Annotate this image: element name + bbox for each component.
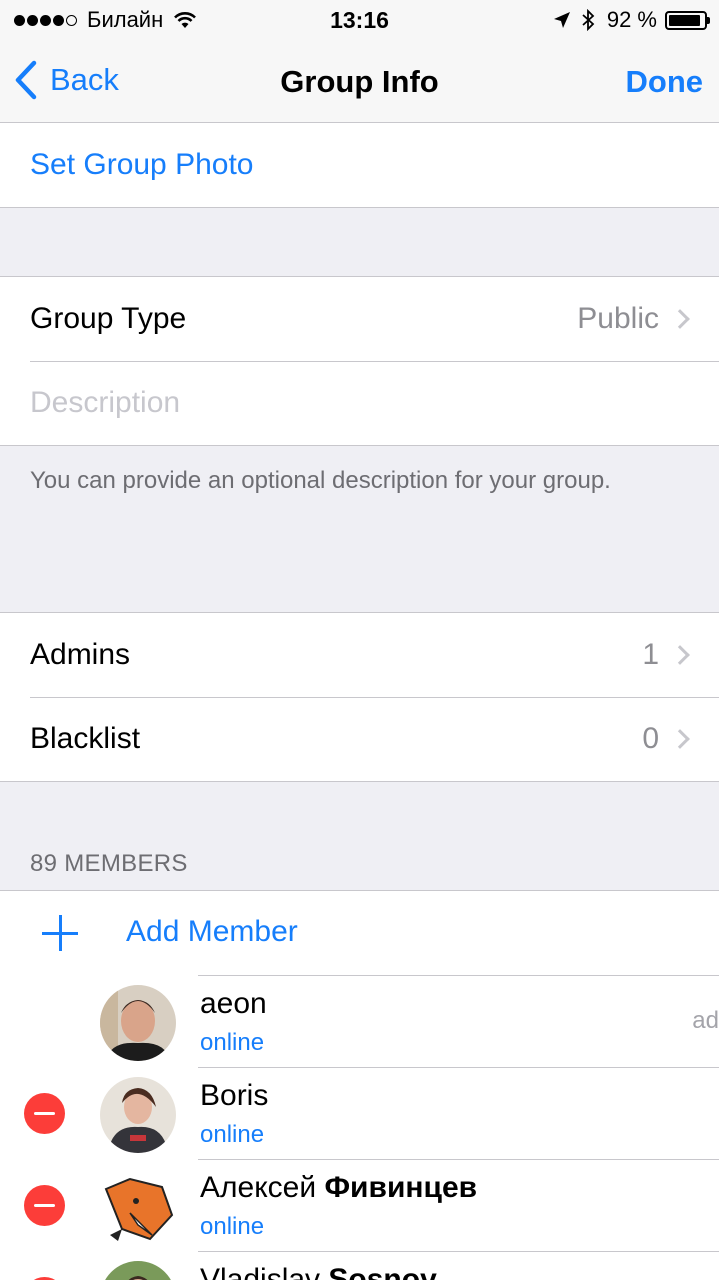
blacklist-label: Blacklist (30, 722, 141, 755)
member-status: online (200, 1121, 265, 1148)
battery-icon (665, 10, 710, 30)
member-row[interactable]: Boris online (0, 1067, 719, 1159)
admins-label: Admins (30, 638, 131, 671)
set-group-photo-label: Set Group Photo (30, 148, 254, 181)
member-row[interactable]: Vladislav Sosnov (0, 1251, 719, 1280)
chevron-right-icon (670, 645, 690, 665)
avatar (100, 1077, 176, 1153)
member-role: ad (692, 1007, 719, 1034)
avatar (100, 985, 176, 1061)
photo-section: Set Group Photo (0, 123, 719, 208)
remove-member-button[interactable] (24, 1093, 65, 1134)
plus-icon (42, 915, 78, 951)
page-title: Group Info (280, 64, 439, 99)
group-type-row[interactable]: Group Type Public (0, 277, 719, 361)
blacklist-count: 0 (642, 722, 659, 755)
avatar (100, 1261, 176, 1280)
member-name: Vladislav Sosnov (200, 1263, 437, 1280)
avatar (100, 1169, 176, 1245)
description-field[interactable]: Description (0, 361, 719, 445)
remove-member-button[interactable] (24, 1185, 65, 1226)
bluetooth-icon (582, 9, 595, 31)
navigation-bar: Back Group Info Done (0, 40, 719, 123)
members-section: Add Member aeon online ad Boris online А… (0, 890, 719, 1280)
admins-count: 1 (642, 638, 659, 671)
chevron-right-icon (670, 309, 690, 329)
done-button[interactable]: Done (626, 64, 704, 100)
admin-section: Admins 1 Blacklist 0 (0, 612, 719, 782)
member-status: online (200, 1213, 265, 1240)
status-bar: Билайн 13:16 92 % (0, 0, 719, 40)
group-type-value: Public (577, 302, 659, 335)
chevron-right-icon (670, 729, 690, 749)
blacklist-row[interactable]: Blacklist 0 (0, 697, 719, 781)
member-name: aeon (200, 987, 267, 1020)
member-row[interactable]: aeon online ad (0, 975, 719, 1067)
member-name: Boris (200, 1079, 269, 1112)
admins-row[interactable]: Admins 1 (0, 613, 719, 697)
member-status: online (200, 1029, 265, 1056)
group-info-section: Group Type Public Description (0, 276, 719, 446)
add-member-label: Add Member (126, 915, 298, 948)
battery-percent: 92 % (606, 7, 657, 32)
description-hint: You can provide an optional description … (30, 467, 611, 494)
description-placeholder: Description (30, 386, 181, 419)
add-member-button[interactable]: Add Member (0, 891, 719, 975)
group-type-label: Group Type (30, 302, 187, 335)
location-icon (553, 12, 570, 28)
set-group-photo-button[interactable]: Set Group Photo (0, 123, 719, 207)
member-row[interactable]: Алексей Фивинцев online (0, 1159, 719, 1251)
members-header: 89 MEMBERS (30, 850, 188, 877)
member-name: Алексей Фивинцев (200, 1171, 478, 1204)
